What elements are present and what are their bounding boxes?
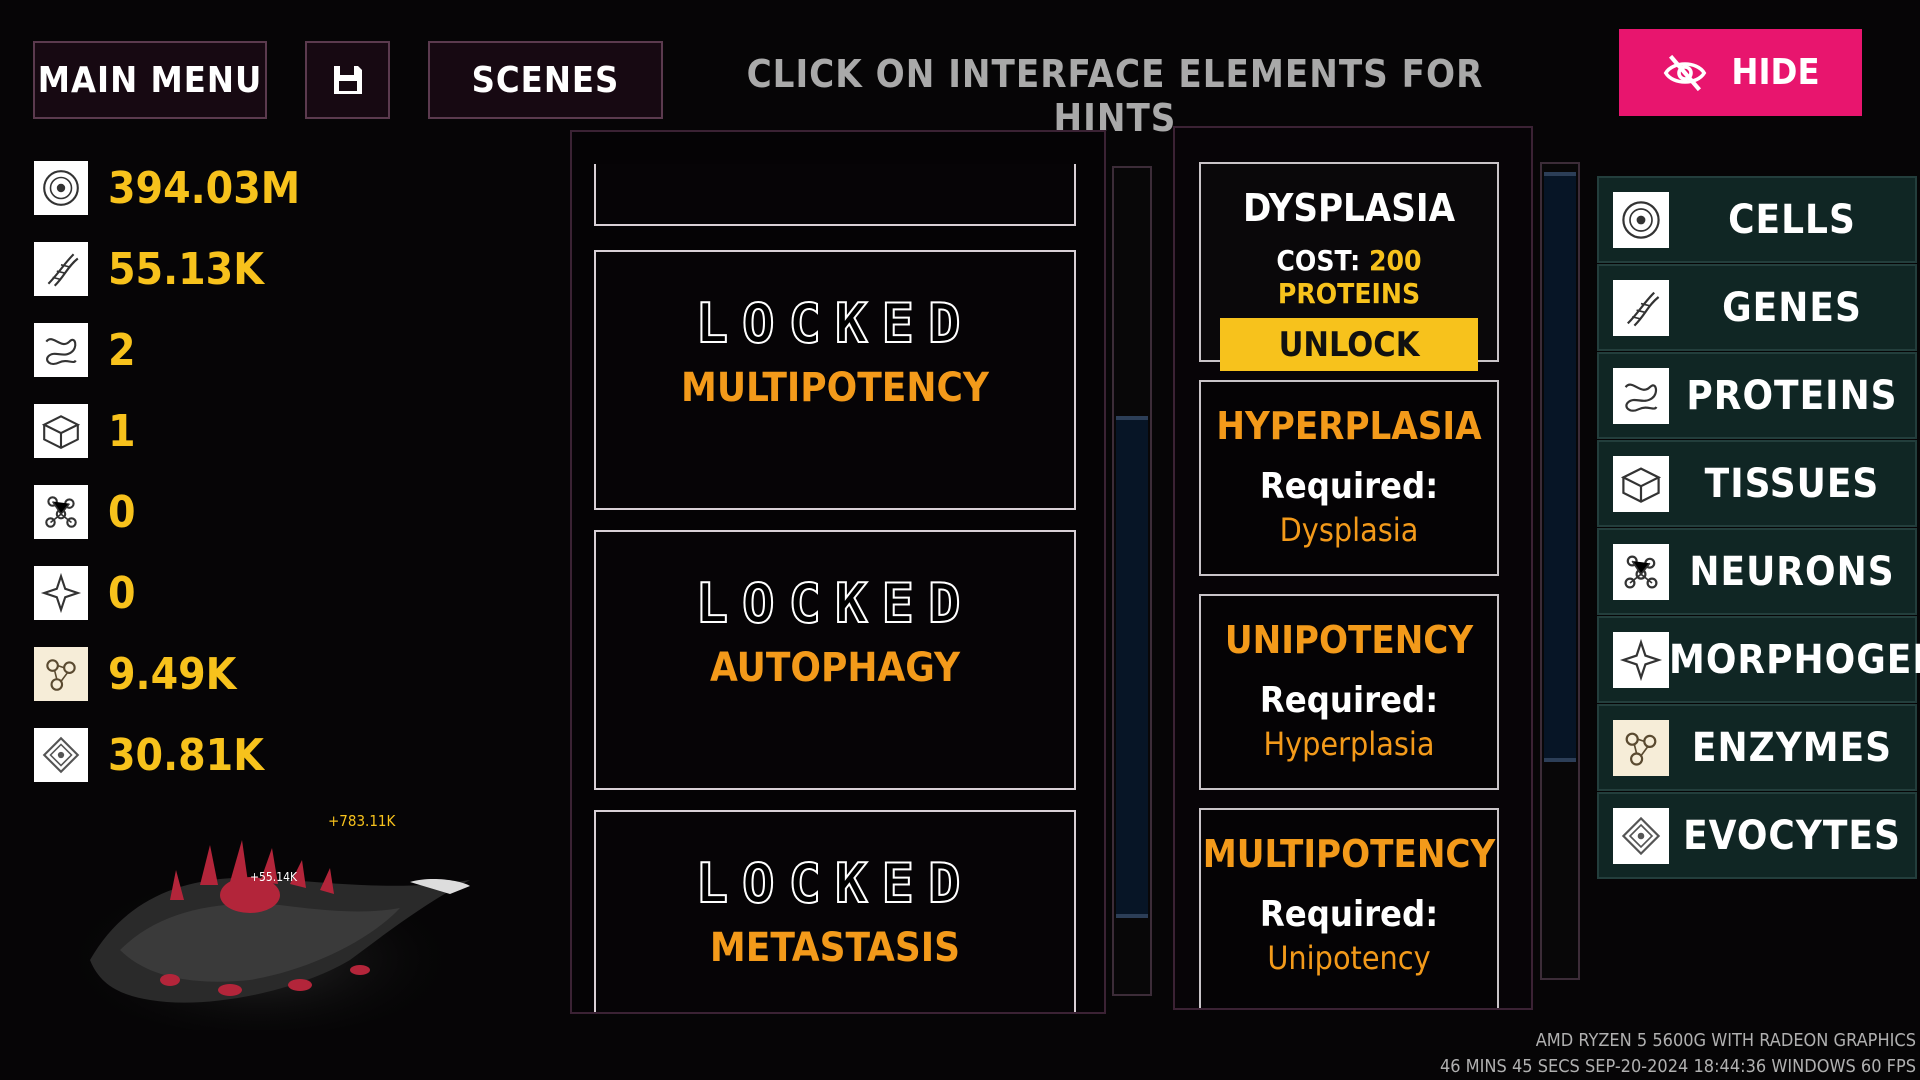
tissue-icon bbox=[1613, 455, 1669, 512]
tab-cells[interactable]: CELLS bbox=[1597, 176, 1917, 263]
scrollbar-thumb[interactable] bbox=[1544, 172, 1576, 762]
required-value: Hyperplasia bbox=[1263, 725, 1435, 763]
tab-enzymes[interactable]: ENZYMES bbox=[1597, 704, 1917, 791]
enzyme-icon bbox=[34, 647, 88, 701]
save-button[interactable] bbox=[305, 41, 390, 119]
locked-item-name: AUTOPHAGY bbox=[709, 645, 961, 691]
main-menu-label: MAIN MENU bbox=[37, 59, 263, 101]
gain-popup: +783.11K bbox=[328, 812, 396, 830]
upgrade-title: DYSPLASIA bbox=[1242, 186, 1456, 230]
gain-popup: +55.14K bbox=[250, 870, 298, 884]
upgrade-cost: COST: 200 PROTEINS bbox=[1201, 244, 1497, 310]
creature-display[interactable]: +783.11K +55.14K bbox=[50, 790, 480, 1035]
upgrade-card-dysplasia[interactable]: DYSPLASIA COST: 200 PROTEINS UNLOCK bbox=[1199, 162, 1499, 371]
tab-label: MORPHOGENS bbox=[1669, 636, 1920, 683]
scenes-label: SCENES bbox=[471, 59, 620, 101]
locked-item-name: METASTASIS bbox=[709, 925, 961, 971]
locked-card-partial bbox=[594, 164, 1076, 226]
required-value: Unipotency bbox=[1267, 939, 1431, 977]
tab-label: PROTEINS bbox=[1686, 372, 1898, 419]
locked-card[interactable]: LOCKED METASTASIS bbox=[594, 810, 1076, 1012]
hide-label: HIDE bbox=[1731, 52, 1820, 93]
resource-value: 1 bbox=[108, 405, 136, 457]
required-label: Required: bbox=[1259, 680, 1439, 721]
tab-label: NEURONS bbox=[1689, 548, 1895, 595]
upgrades-scrollbar[interactable] bbox=[1540, 162, 1580, 980]
upgrade-title: UNIPOTENCY bbox=[1224, 618, 1474, 662]
resource-value: 2 bbox=[108, 324, 136, 376]
protein-icon bbox=[34, 323, 88, 377]
dna-icon bbox=[34, 242, 88, 296]
neuron-icon bbox=[1613, 543, 1669, 600]
tab-label: EVOCYTES bbox=[1683, 812, 1901, 859]
upgrade-title: HYPERPLASIA bbox=[1216, 404, 1482, 448]
resource-proteins[interactable]: 2 bbox=[34, 322, 136, 378]
dna-icon bbox=[1613, 279, 1669, 336]
upgrade-title: MULTIPOTENCY bbox=[1202, 832, 1496, 876]
neuron-icon bbox=[34, 485, 88, 539]
resource-neurons[interactable]: 0 bbox=[34, 484, 136, 540]
resource-value: 394.03M bbox=[108, 162, 301, 214]
system-info-status: 46 MINS 45 SECS SEP-20-2024 18:44:36 WIN… bbox=[1439, 1056, 1916, 1077]
resource-genes[interactable]: 55.13K bbox=[34, 241, 264, 297]
tab-label: ENZYMES bbox=[1691, 724, 1893, 771]
resource-value: 30.81K bbox=[108, 729, 264, 781]
cell-icon bbox=[34, 161, 88, 215]
creature-image bbox=[50, 840, 470, 1035]
resource-enzymes[interactable]: 9.49K bbox=[34, 646, 236, 702]
tab-neurons[interactable]: NEURONS bbox=[1597, 528, 1917, 615]
unlock-button[interactable]: UNLOCK bbox=[1220, 318, 1478, 371]
tab-tissues[interactable]: TISSUES bbox=[1597, 440, 1917, 527]
locked-item-name: MULTIPOTENCY bbox=[681, 365, 989, 411]
resource-morphogens[interactable]: 0 bbox=[34, 565, 136, 621]
tab-label: GENES bbox=[1722, 284, 1862, 331]
locked-card[interactable]: LOCKED MULTIPOTENCY bbox=[594, 250, 1076, 510]
tab-morphogens[interactable]: MORPHOGENS bbox=[1597, 616, 1920, 703]
resource-value: 0 bbox=[108, 486, 136, 538]
resource-tissues[interactable]: 1 bbox=[34, 403, 136, 459]
locked-panel-scrollbar[interactable] bbox=[1112, 166, 1152, 996]
locked-label: LOCKED bbox=[694, 851, 975, 916]
resource-value: 0 bbox=[108, 567, 136, 619]
protein-icon bbox=[1613, 367, 1669, 424]
locked-label: LOCKED bbox=[694, 571, 975, 636]
tab-label: TISSUES bbox=[1704, 460, 1880, 507]
locked-card[interactable]: LOCKED AUTOPHAGY bbox=[594, 530, 1076, 790]
resource-value: 55.13K bbox=[108, 243, 264, 295]
resource-cells[interactable]: 394.03M bbox=[34, 160, 300, 216]
required-value: Dysplasia bbox=[1279, 511, 1419, 549]
cell-icon bbox=[1613, 191, 1669, 248]
resource-evocytes[interactable]: 30.81K bbox=[34, 727, 264, 783]
upgrade-card[interactable]: UNIPOTENCY Required: Hyperplasia bbox=[1199, 594, 1499, 790]
scenes-button[interactable]: SCENES bbox=[428, 41, 663, 119]
tab-label: CELLS bbox=[1728, 196, 1856, 243]
system-info-gpu: AMD RYZEN 5 5600G WITH RADEON GRAPHICS bbox=[1535, 1030, 1916, 1051]
tab-evocytes[interactable]: EVOCYTES bbox=[1597, 792, 1917, 879]
required-label: Required: bbox=[1259, 466, 1439, 507]
evocyte-icon bbox=[34, 728, 88, 782]
eye-off-icon bbox=[1661, 49, 1709, 97]
locked-label: LOCKED bbox=[694, 291, 975, 356]
hide-button[interactable]: HIDE bbox=[1619, 29, 1862, 116]
main-menu-button[interactable]: MAIN MENU bbox=[33, 41, 267, 119]
scrollbar-thumb[interactable] bbox=[1116, 416, 1148, 918]
upgrades-panel[interactable]: DYSPLASIA COST: 200 PROTEINS UNLOCK HYPE… bbox=[1173, 126, 1533, 1010]
cost-label: COST: bbox=[1276, 244, 1361, 277]
evocyte-icon bbox=[1613, 807, 1669, 864]
tab-proteins[interactable]: PROTEINS bbox=[1597, 352, 1917, 439]
enzyme-icon bbox=[1613, 719, 1669, 776]
tissue-icon bbox=[34, 404, 88, 458]
upgrade-card[interactable]: HYPERPLASIA Required: Dysplasia bbox=[1199, 380, 1499, 576]
morphogen-icon bbox=[34, 566, 88, 620]
resource-value: 9.49K bbox=[108, 648, 237, 700]
required-label: Required: bbox=[1259, 894, 1439, 935]
tab-genes[interactable]: GENES bbox=[1597, 264, 1917, 351]
save-icon bbox=[328, 60, 368, 100]
morphogen-icon bbox=[1613, 631, 1669, 688]
upgrade-card[interactable]: MULTIPOTENCY Required: Unipotency bbox=[1199, 808, 1499, 1008]
locked-upgrades-panel[interactable]: LOCKED MULTIPOTENCY LOCKED AUTOPHAGY LOC… bbox=[570, 130, 1106, 1014]
